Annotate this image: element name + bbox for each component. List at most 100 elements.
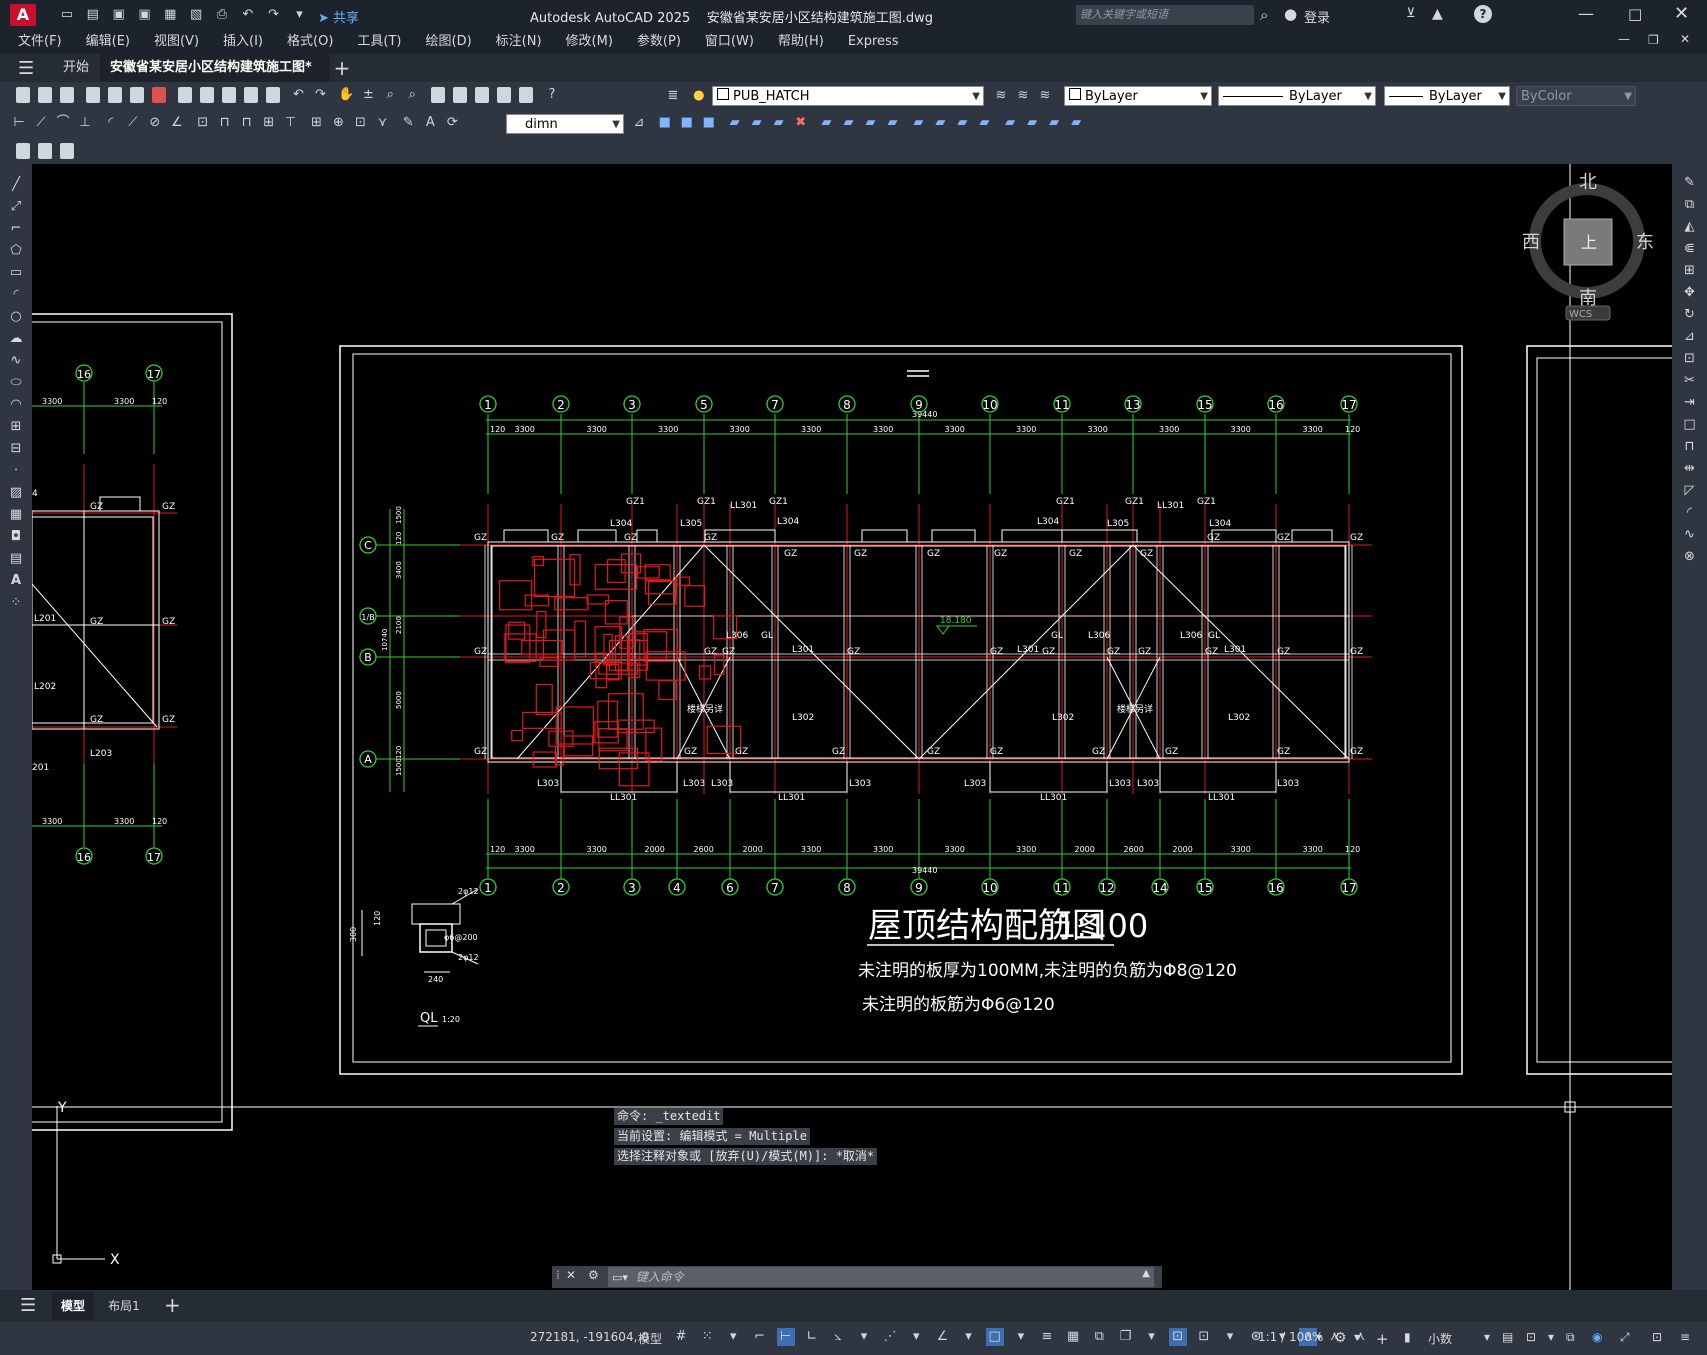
union-icon[interactable]: ▰: [817, 114, 835, 132]
layer-state-icon[interactable]: ≋: [1036, 87, 1054, 105]
doc-minimize-icon[interactable]: —: [1618, 32, 1630, 46]
add-layout-icon[interactable]: +: [164, 1293, 181, 1317]
tab-layout1[interactable]: 布局1: [102, 1292, 146, 1320]
fillet-icon[interactable]: ◜: [1672, 502, 1707, 524]
inspect-icon[interactable]: ⊡: [351, 114, 369, 132]
ellipse-icon[interactable]: ⬭: [0, 372, 32, 394]
cloud-save-icon[interactable]: ▧: [187, 6, 205, 24]
blend-icon[interactable]: ∿: [1672, 524, 1707, 546]
designcenter-icon[interactable]: [453, 87, 468, 103]
web-icon[interactable]: ▦: [161, 6, 179, 24]
annomonitor-icon[interactable]: +: [1376, 1330, 1389, 1348]
units-value[interactable]: 小数: [1428, 1330, 1452, 1347]
layer-iso-icon[interactable]: ≋: [1014, 87, 1032, 105]
zoom-prev-icon[interactable]: ⌕: [403, 86, 421, 104]
search-icon[interactable]: ⌕: [1260, 6, 1268, 24]
print-icon[interactable]: [85, 87, 100, 103]
loft-icon[interactable]: ✖: [792, 114, 810, 132]
coordinates-readout[interactable]: 272181, -191604, 0: [530, 1330, 649, 1344]
brush-icon[interactable]: [265, 87, 280, 103]
menu-item-2[interactable]: 视图(V): [142, 30, 211, 54]
calc-icon[interactable]: [519, 87, 534, 103]
isolate-icon[interactable]: ⧉: [1566, 1330, 1575, 1345]
polar-menu-icon[interactable]: ▾: [855, 1328, 873, 1346]
break-icon[interactable]: ⊓: [1672, 436, 1707, 458]
copy-icon[interactable]: [199, 87, 214, 103]
share-button[interactable]: ➤ 共享: [318, 7, 359, 26]
section-icon[interactable]: ▰: [1001, 114, 1019, 132]
separate-icon[interactable]: ▰: [953, 114, 971, 132]
doc-close-icon[interactable]: ✕: [1680, 32, 1690, 46]
menu-item-4[interactable]: 格式(O): [275, 30, 345, 54]
solidedit-icon[interactable]: ▰: [1045, 114, 1063, 132]
workspace-menu-icon[interactable]: ▾: [1354, 1330, 1360, 1344]
layer-prev-icon[interactable]: ≋: [992, 87, 1010, 105]
polar-icon[interactable]: ⦣: [829, 1328, 847, 1346]
viewcube-east[interactable]: 东: [1636, 232, 1654, 253]
user-icon[interactable]: ●: [1284, 5, 1297, 23]
dim-textedit-icon[interactable]: A: [421, 114, 439, 132]
table-icon[interactable]: ▤: [0, 548, 32, 570]
command-grip-icon[interactable]: ⁞: [556, 1268, 560, 1282]
trim-icon[interactable]: ✂: [1672, 370, 1707, 392]
dim-jogged-icon[interactable]: ⟋: [124, 114, 142, 132]
dim-linear-icon[interactable]: ⊢: [10, 114, 28, 132]
dimstyle-dropdown[interactable]: dimn ▼: [506, 114, 624, 134]
plot-icon[interactable]: ⎙: [213, 6, 231, 24]
lineweight-icon[interactable]: ≡: [1038, 1328, 1056, 1346]
quick-properties-icon[interactable]: ▤: [1502, 1330, 1513, 1344]
grid-icon[interactable]: #: [672, 1328, 690, 1346]
open-icon[interactable]: ▤: [84, 6, 102, 24]
undo-icon[interactable]: ↶: [239, 6, 257, 24]
command-prompt-icon[interactable]: ▭▾: [608, 1271, 632, 1284]
selection-cycle-icon[interactable]: ⧉: [1090, 1328, 1108, 1346]
clean-icon[interactable]: ▰: [975, 114, 993, 132]
dim-space-icon[interactable]: ⊞: [260, 114, 278, 132]
revcloud-icon[interactable]: ☁: [0, 328, 32, 350]
xline-icon[interactable]: ⤢: [0, 196, 32, 218]
edit-ref-icon[interactable]: [38, 143, 52, 159]
menu-item-3[interactable]: 插入(I): [211, 30, 275, 54]
point-icon[interactable]: ⋅: [0, 460, 32, 482]
viewcube[interactable]: 上 北 南 东 西 WCS: [1522, 172, 1654, 321]
units-icon[interactable]: ▮: [1404, 1330, 1411, 1344]
ortho-icon[interactable]: ∟: [803, 1328, 821, 1346]
hatch-icon[interactable]: ▨: [0, 482, 32, 504]
layout-menu-icon[interactable]: ☰: [20, 1295, 36, 1316]
menu-item-9[interactable]: 参数(P): [625, 30, 693, 54]
3dosnap-menu-icon[interactable]: ▾: [1143, 1328, 1161, 1346]
interfere-icon[interactable]: ▰: [1067, 114, 1085, 132]
polyline-icon[interactable]: ⌐: [0, 218, 32, 240]
saveas-icon[interactable]: ▣: [135, 6, 153, 24]
lineweight-dropdown[interactable]: ByLayer ▼: [1384, 86, 1510, 106]
dim-baseline-icon[interactable]: ⊓: [216, 114, 234, 132]
new-icon[interactable]: ▭: [58, 6, 76, 24]
osnap-menu-icon[interactable]: ▾: [1012, 1328, 1030, 1346]
customization-icon[interactable]: ≡: [1680, 1330, 1690, 1344]
minimize-icon[interactable]: —: [1578, 4, 1594, 23]
snap-menu-icon[interactable]: ▾: [724, 1328, 742, 1346]
solid-wedge-icon[interactable]: ■: [678, 114, 696, 132]
polygon-icon[interactable]: ⬠: [0, 240, 32, 262]
color-dropdown[interactable]: ByLayer ▼: [1064, 86, 1212, 106]
stretch-icon[interactable]: ⊡: [1672, 348, 1707, 370]
workspace-icon[interactable]: ⚙: [1334, 1330, 1347, 1346]
center-mark-icon[interactable]: ⊕: [329, 114, 347, 132]
dim-diameter-icon[interactable]: ⊘: [146, 114, 164, 132]
menu-item-5[interactable]: 工具(T): [345, 30, 413, 54]
dynamic-ucs-icon[interactable]: ⌐: [750, 1328, 768, 1346]
spline-icon[interactable]: ∿: [0, 350, 32, 372]
menu-item-0[interactable]: 文件(F): [6, 30, 74, 54]
osnap-icon[interactable]: □: [985, 1328, 1004, 1346]
tab-drawing[interactable]: 安徽省某安居小区结构建筑施工图* ✕: [100, 54, 330, 103]
cut-icon[interactable]: [177, 87, 192, 103]
save-file-icon[interactable]: [60, 87, 74, 103]
revolve-icon[interactable]: ▰: [748, 114, 766, 132]
login-label[interactable]: 登录: [1304, 7, 1330, 26]
linetype-dropdown[interactable]: ByLayer ▼: [1218, 86, 1376, 106]
make-block-icon[interactable]: ⊟: [0, 438, 32, 460]
infer-icon[interactable]: ⊢: [776, 1328, 795, 1346]
save-icon[interactable]: ▣: [110, 6, 128, 24]
zoom-window-icon[interactable]: ⌕: [381, 86, 399, 104]
sweep-icon[interactable]: ▰: [770, 114, 788, 132]
